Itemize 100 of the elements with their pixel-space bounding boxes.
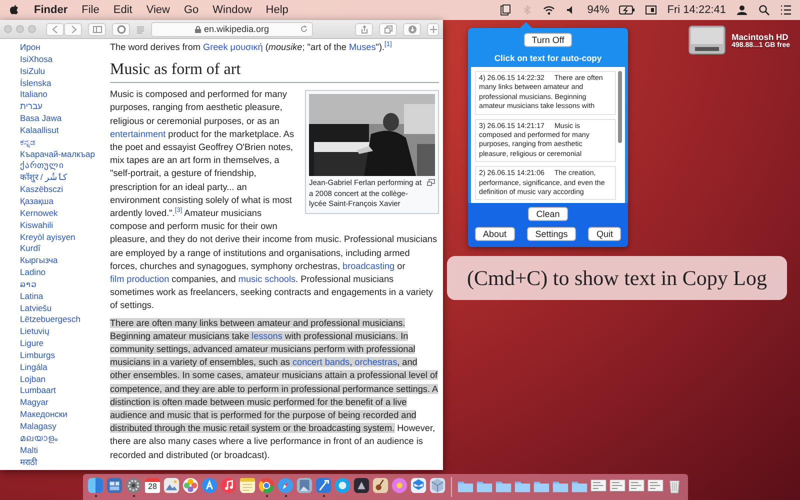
new-tab-button[interactable] <box>427 22 439 36</box>
language-link[interactable]: Malagasy <box>20 421 100 433</box>
language-link[interactable]: Latviešu <box>20 302 100 314</box>
menu-icon[interactable] <box>780 4 792 16</box>
turn-off-button[interactable]: Turn Off <box>524 33 572 47</box>
panel-button[interactable]: About <box>475 227 515 241</box>
download-button[interactable] <box>403 22 421 36</box>
share-button[interactable] <box>355 22 373 36</box>
app-menu[interactable]: Finder <box>34 4 68 16</box>
notepad-icon[interactable] <box>239 477 256 494</box>
apple-icon[interactable] <box>8 4 20 16</box>
language-link[interactable]: Ирон <box>20 42 100 54</box>
language-link[interactable]: Kaszëbsczi <box>20 184 100 196</box>
scrollbar-thumb[interactable] <box>618 71 622 143</box>
gear-icon[interactable] <box>125 477 142 494</box>
language-link[interactable]: Kernowek <box>20 208 100 220</box>
menu-clock[interactable]: Fri 14:22:41 <box>667 4 726 16</box>
language-link[interactable]: Къарачай-малкъар <box>20 148 100 160</box>
document-thumbnail-icon[interactable] <box>628 477 645 494</box>
article-link[interactable]: entertainment <box>110 128 166 139</box>
clean-button[interactable]: Clean <box>528 207 568 221</box>
framed-picture-icon[interactable] <box>296 477 313 494</box>
language-link[interactable]: עברית <box>20 101 100 114</box>
language-link[interactable]: ಕನ್ನಡ <box>20 136 100 149</box>
search-icon[interactable] <box>758 4 770 16</box>
sidebar-button[interactable] <box>88 22 106 36</box>
language-link[interactable]: IsiXhosa <box>20 54 100 66</box>
calendar-icon[interactable]: 28 <box>145 478 160 493</box>
hammer-icon[interactable] <box>315 477 332 494</box>
enlarge-icon[interactable] <box>427 179 435 186</box>
menu-item[interactable]: Window <box>212 4 252 16</box>
language-link[interactable]: Ladino <box>20 267 100 279</box>
language-link[interactable]: Lëtzebuergesch <box>20 314 100 326</box>
language-link[interactable]: Italiano <box>20 89 100 102</box>
article-link[interactable]: Greek μουσική <box>203 42 263 52</box>
language-link[interactable]: Kreyòl ayisyen <box>20 232 100 244</box>
tricolor-circle-icon[interactable] <box>258 477 275 494</box>
dark-tile-icon[interactable] <box>353 477 370 494</box>
language-link[interactable]: Ligure <box>20 338 100 350</box>
language-link[interactable]: Magyar <box>20 397 100 410</box>
language-link[interactable]: Basa Jawa <box>20 113 100 125</box>
menu-item[interactable]: Help <box>266 4 288 16</box>
language-link[interactable]: Kalaallisut <box>20 124 100 137</box>
language-link[interactable]: Кыргызча <box>20 255 100 268</box>
language-link[interactable]: Македонски <box>20 409 100 421</box>
menu-item[interactable]: Go <box>184 4 199 16</box>
blossom-icon[interactable] <box>391 477 408 494</box>
footnote-link[interactable]: [3] <box>174 207 182 214</box>
split-square-icon[interactable] <box>87 477 104 494</box>
language-link[interactable]: Қазақша <box>20 196 100 208</box>
language-link[interactable]: Malti <box>20 444 100 457</box>
language-link[interactable]: IsiZulu <box>20 66 100 78</box>
music-note-icon[interactable] <box>220 477 237 494</box>
cube-icon[interactable] <box>429 477 446 494</box>
language-link[interactable]: Lietuvių <box>20 326 100 338</box>
extension-button[interactable] <box>112 22 130 36</box>
language-link[interactable]: Kurdî <box>20 243 100 256</box>
language-link[interactable]: Latina <box>20 290 100 303</box>
wifi-icon[interactable] <box>543 4 556 16</box>
language-link[interactable]: मराठी <box>20 456 100 468</box>
language-link[interactable]: ქართული <box>20 160 100 172</box>
panel-button[interactable]: Settings <box>527 227 576 241</box>
guitar-icon[interactable] <box>372 477 389 494</box>
flower-icon[interactable] <box>182 477 199 494</box>
article-link[interactable]: music schools <box>238 274 296 284</box>
menu-item[interactable]: Edit <box>113 4 132 16</box>
language-link[interactable]: Lojban <box>20 374 100 386</box>
address-field[interactable]: en.wikipedia.org <box>151 22 313 36</box>
back-button[interactable] <box>46 22 64 36</box>
footnote-link[interactable]: [1] <box>384 40 392 48</box>
language-link[interactable]: कॉशुर / کٲشُر <box>20 172 100 184</box>
display-icon[interactable] <box>645 4 658 16</box>
language-link[interactable]: Lumbaart <box>20 385 100 398</box>
battery-icon[interactable] <box>619 5 636 15</box>
menu-item[interactable]: View <box>146 4 170 16</box>
compass-icon[interactable] <box>277 477 294 494</box>
language-link[interactable]: Kiswahili <box>20 220 100 232</box>
article-link[interactable]: film production <box>110 274 170 284</box>
language-link[interactable]: ລາວ <box>20 278 100 291</box>
forward-button[interactable] <box>64 22 82 36</box>
menu-item[interactable]: File <box>82 4 100 16</box>
panel-button[interactable]: Quit <box>588 227 621 241</box>
reader-icon[interactable] <box>136 24 145 34</box>
windows-icon[interactable] <box>106 477 123 494</box>
landscape-icon[interactable] <box>163 477 180 494</box>
article-link[interactable]: lessons <box>252 330 282 341</box>
user-icon[interactable] <box>736 4 748 16</box>
open-box-icon[interactable] <box>410 477 427 494</box>
document-thumbnail-icon[interactable] <box>609 477 626 494</box>
document-thumbnail-icon[interactable] <box>590 477 607 494</box>
clipboard-icon[interactable] <box>499 4 512 16</box>
language-link[interactable]: Lingála <box>20 362 100 374</box>
language-link[interactable]: Íslenska <box>20 78 100 90</box>
article-link[interactable]: orchestras <box>354 357 398 368</box>
article-link[interactable]: concert bands <box>292 357 350 368</box>
reload-icon[interactable] <box>300 25 308 33</box>
document-thumbnail-icon[interactable] <box>647 477 664 494</box>
language-link[interactable]: മലയാളം <box>20 432 100 445</box>
tabs-button[interactable] <box>379 22 397 36</box>
language-link[interactable]: Limburgs <box>20 350 100 362</box>
